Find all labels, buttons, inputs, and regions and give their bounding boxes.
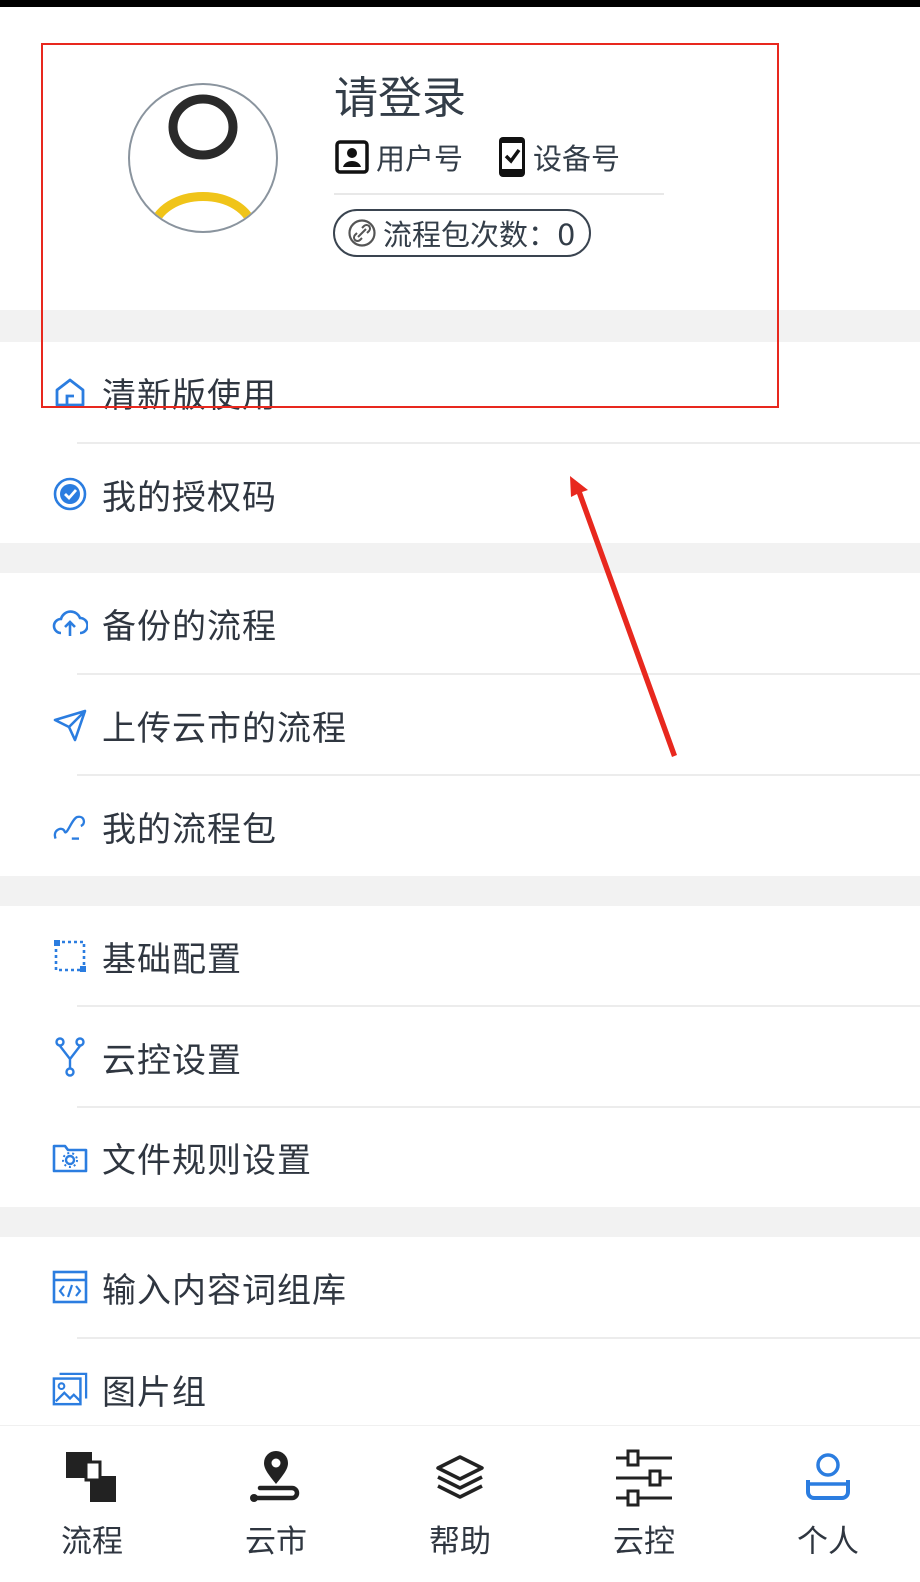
nav-tab-flow[interactable]: 流程: [0, 1426, 184, 1582]
nav-tab-help[interactable]: 帮助: [368, 1426, 552, 1582]
nav-label: 云市: [245, 1524, 307, 1560]
map-pin-route-icon: [246, 1448, 306, 1508]
nav-tab-market[interactable]: 云市: [184, 1426, 368, 1582]
person-icon: [804, 1448, 852, 1508]
nav-tab-cloud-control[interactable]: 云控: [552, 1426, 736, 1582]
sliders-icon: [614, 1448, 674, 1508]
bottom-navigation: 流程 云市 帮助 云控 个人: [0, 1425, 920, 1582]
annotation-arrow-icon: [570, 476, 677, 757]
nav-label: 流程: [61, 1524, 123, 1560]
nav-tab-profile[interactable]: 个人: [736, 1426, 920, 1582]
nav-label: 个人: [797, 1524, 859, 1560]
layers-icon: [434, 1448, 486, 1508]
nav-label: 帮助: [429, 1524, 491, 1560]
flow-blocks-icon: [64, 1448, 120, 1508]
nav-label: 云控: [613, 1524, 675, 1560]
